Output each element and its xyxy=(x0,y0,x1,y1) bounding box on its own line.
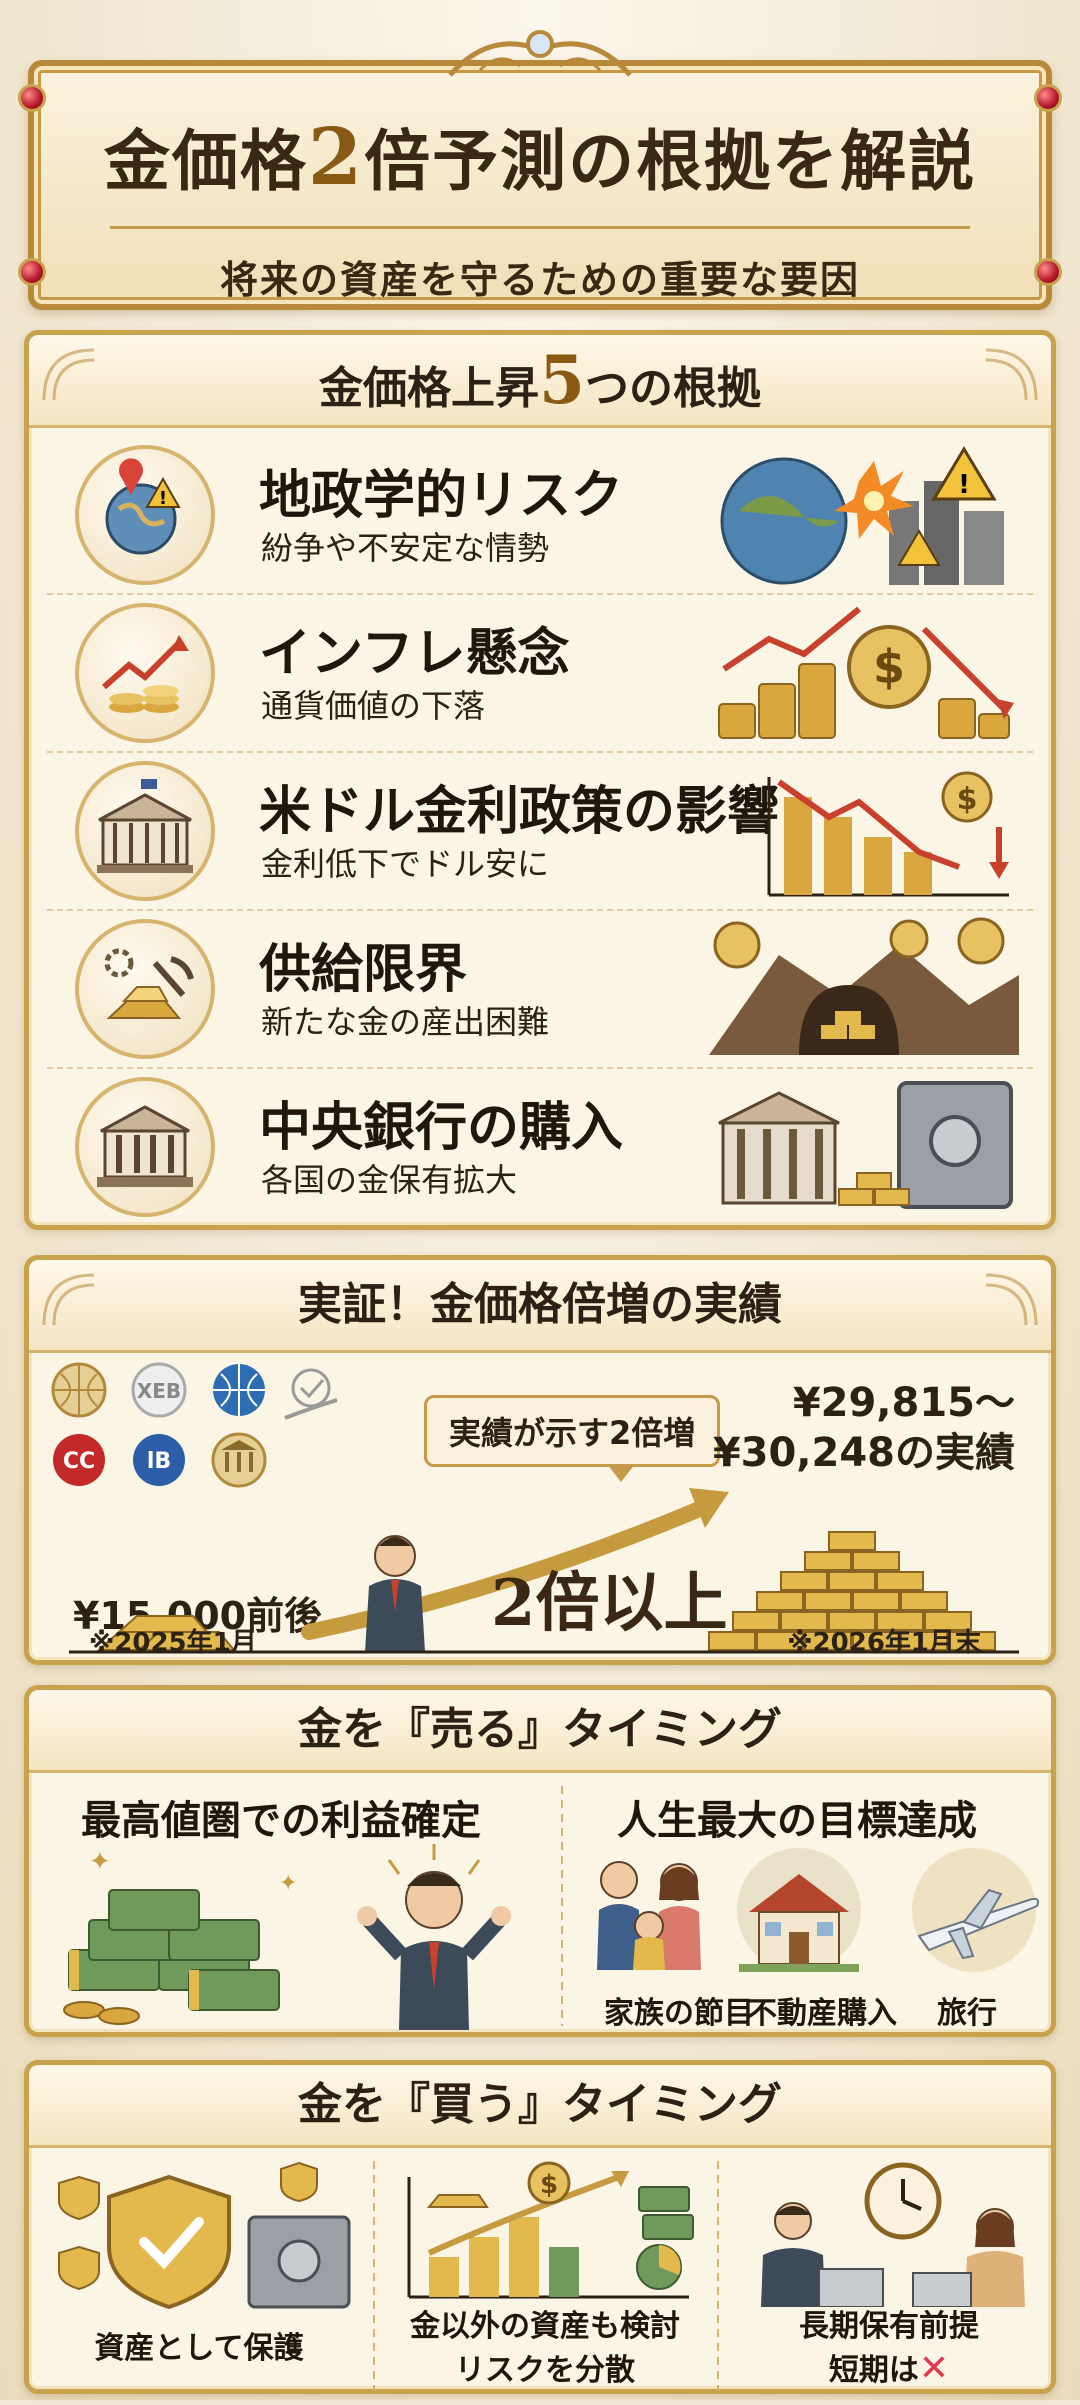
safe-icon xyxy=(247,2215,351,2309)
globe-warning-icon: ! xyxy=(75,445,215,585)
svg-text:!: ! xyxy=(159,488,167,509)
investor-man-icon xyxy=(761,2202,884,2307)
svg-text:!: ! xyxy=(958,470,970,500)
caption-protect-assets: 資産として保護 xyxy=(94,2331,304,2366)
cash-and-celebrating-man-illustration: ✦✦ xyxy=(63,1844,511,2030)
reason-title: インフレ懸念 xyxy=(259,624,570,684)
falling-dollar-chart-illustration: $ xyxy=(767,771,1009,897)
start-date: ※2025年1月 xyxy=(89,1628,257,1658)
reasons-panel: 金価格上昇5つの根拠 ! 地政学的リスク 紛争や不安定な情勢 ! インフレ懸念 … xyxy=(24,330,1056,1230)
rising-coins-icon xyxy=(75,603,215,743)
reason-description: 各国の金保有拡大 xyxy=(261,1161,518,1199)
proof-panel: 実証！金価格倍増の実績 XEB CC lB 実績が示す2倍増 ¥15,000前後… xyxy=(24,1255,1056,1665)
dollar-coin-icon: $ xyxy=(527,2161,571,2205)
reasons-panel-title: 金価格上昇5つの根拠 xyxy=(29,335,1051,428)
reason-item: 中央銀行の購入 各国の金保有拡大 xyxy=(47,1067,1033,1225)
conflict-globe-illustration: ! xyxy=(720,446,1004,585)
cash-icon xyxy=(638,2186,694,2240)
reason-title: 中央銀行の購入 xyxy=(259,1098,624,1158)
life-goals-illustration xyxy=(597,1848,1039,1972)
crest-ornament-icon xyxy=(448,30,632,77)
airplane-icon xyxy=(912,1848,1039,1972)
clock-icon xyxy=(864,2162,942,2240)
gold-mine-illustration xyxy=(709,917,1019,1055)
asset-protection-illustration xyxy=(58,2161,351,2310)
svg-text:$: $ xyxy=(873,640,905,694)
corner-flourish-icon xyxy=(42,348,95,401)
us-capitol-icon xyxy=(75,761,215,901)
reason-description: 紛争や不安定な情勢 xyxy=(261,529,550,567)
reason-item: インフレ懸念 通貨価値の下落 $ xyxy=(47,593,1033,753)
reason-description: 通貨価値の下落 xyxy=(261,687,486,725)
svg-text:✦: ✦ xyxy=(89,1847,111,1877)
diversification-illustration: $ xyxy=(407,2161,694,2299)
reason-description: 金利低下でドル安に xyxy=(261,845,550,883)
shield-check-icon xyxy=(107,2174,231,2310)
reason-title: 米ドル金利政策の影響 xyxy=(259,782,780,842)
mining-icon xyxy=(75,919,215,1059)
reason-description: 新たな金の産出困難 xyxy=(261,1003,550,1041)
svg-text:$: $ xyxy=(957,782,978,817)
central-bank-icon xyxy=(75,1077,215,1217)
long-term-holding-illustration xyxy=(761,2162,1025,2307)
sell-timing-panel: 金を『売る』タイミング 最高値圏での利益確定 人生最大の目標達成 ✦ ✦ 家族の… xyxy=(24,1685,1056,2037)
cash-stack-icon xyxy=(68,1889,280,2011)
caption-family: 家族の節目 xyxy=(604,1996,754,2031)
reason-item: 供給限界 新たな金の産出困難 xyxy=(47,909,1033,1069)
reason-item: ! 地政学的リスク 紛争や不安定な情勢 ! xyxy=(47,435,1033,595)
reason-title: 地政学的リスク xyxy=(259,466,624,526)
gold-bar-icon xyxy=(426,2194,489,2208)
profit-taking-heading: 最高値圏での利益確定 xyxy=(81,1798,481,1844)
title-banner: 金価格2倍予測の根拠を解説 将来の資産を守るための重要な要因 xyxy=(18,30,1062,310)
cross-icon: ✕ xyxy=(918,2348,950,2389)
svg-text:✦: ✦ xyxy=(279,1871,297,1896)
page-subtitle: 将来の資産を守るための重要な要因 xyxy=(110,226,970,304)
page-title: 金価格2倍予測の根拠を解説 xyxy=(103,112,977,203)
caption-diversify: 金以外の資産も検討 リスクを分散 xyxy=(410,2309,680,2388)
svg-text:$: $ xyxy=(540,2170,558,2200)
businessman-icon xyxy=(365,1535,425,1652)
ruby-ornament-icon xyxy=(1034,84,1062,112)
divider xyxy=(561,1786,563,2026)
corner-flourish-icon xyxy=(985,348,1038,401)
sell-panel-title: 金を『売る』タイミング xyxy=(29,1690,1051,1773)
celebrating-man-icon xyxy=(357,1844,511,2030)
ruby-ornament-icon xyxy=(18,84,46,112)
buy-panel-title: 金を『買う』タイミング xyxy=(29,2065,1051,2148)
life-goal-heading: 人生最大の目標達成 xyxy=(617,1798,977,1844)
bank-vault-illustration xyxy=(718,1081,1013,1209)
house-icon xyxy=(737,1848,861,1972)
end-date: ※2026年1月末 xyxy=(787,1628,981,1658)
buy-timing-panel: 金を『買う』タイミング 資産として保護 $ 金以外の資産も検討 リスクを分散 長… xyxy=(24,2060,1056,2394)
ruby-ornament-icon xyxy=(1034,258,1062,286)
infographic-page: 金価格2倍予測の根拠を解説 将来の資産を守るための重要な要因 金価格上昇5つの根… xyxy=(0,0,1080,2400)
reason-item: 米ドル金利政策の影響 金利低下でドル安に $ xyxy=(47,751,1033,911)
family-icon xyxy=(597,1861,701,1970)
ruby-ornament-icon xyxy=(18,258,46,286)
caption-long-term: 長期保有前提 短期は✕ xyxy=(799,2309,979,2389)
reason-title: 供給限界 xyxy=(259,940,468,1000)
inflation-coins-illustration: $ xyxy=(718,606,1014,739)
caption-real-estate: 不動産購入 xyxy=(747,1996,897,2031)
multiplier-label: 2倍以上 xyxy=(491,1566,728,1641)
caption-travel: 旅行 xyxy=(937,1996,997,2031)
